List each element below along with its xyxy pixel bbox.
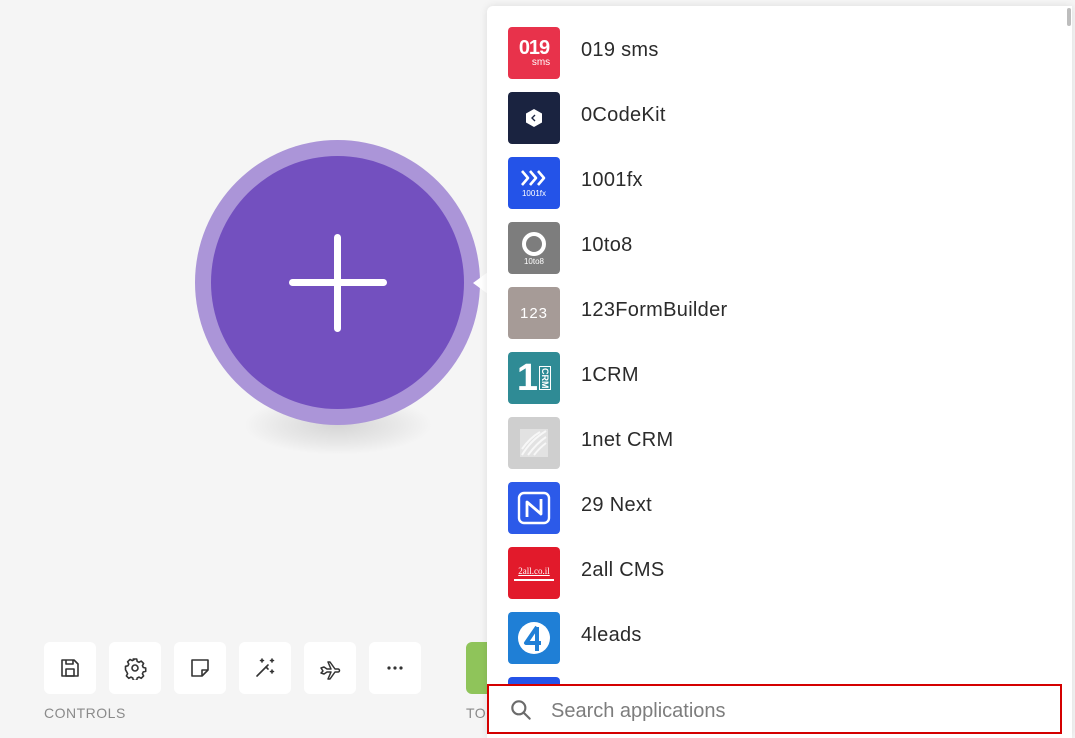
- app-logo-text: 1: [516, 357, 539, 399]
- app-name: 0CodeKit: [581, 104, 666, 126]
- app-logo-1crm: 1 CRM: [508, 352, 560, 404]
- n-logo-icon: [517, 491, 551, 525]
- app-item-10to8[interactable]: 10to8 10to8: [487, 222, 1057, 286]
- add-module-button[interactable]: [211, 156, 464, 409]
- app-name: 10to8: [581, 234, 633, 256]
- app-name: 4leads: [581, 624, 642, 646]
- app-name: 1CRM: [581, 364, 639, 386]
- app-item-1001fx[interactable]: 1001fx 1001fx: [487, 157, 1057, 221]
- magic-wand-icon: [256, 658, 275, 677]
- app-name: 1001fx: [581, 169, 643, 191]
- settings-button[interactable]: [109, 642, 161, 694]
- search-applications-input[interactable]: [549, 694, 1043, 728]
- app-name: 2all CMS: [581, 559, 665, 581]
- app-logo-1001fx: 1001fx: [508, 157, 560, 209]
- app-logo-0codekit: [508, 92, 560, 144]
- app-logo-text: 10to8: [523, 256, 545, 266]
- app-logo-text: 2all.co.il: [518, 565, 550, 576]
- chevrons-icon: [521, 169, 546, 186]
- app-logo-2all-cms: 2all.co.il: [508, 547, 560, 599]
- app-picker-panel: 019 sms 019 sms 0CodeKit 1001fx 1001fx 1…: [487, 6, 1072, 738]
- circle-4-icon: [518, 622, 550, 654]
- app-item-0codekit[interactable]: 0CodeKit: [487, 92, 1057, 156]
- search-box: [487, 684, 1062, 734]
- notes-button[interactable]: [174, 642, 226, 694]
- save-icon: [61, 659, 79, 677]
- app-logo-1net-crm: [508, 417, 560, 469]
- hexagon-icon: [526, 109, 542, 127]
- more-button[interactable]: [369, 642, 421, 694]
- app-name: 123FormBuilder: [581, 299, 728, 321]
- logo-divider: [514, 578, 554, 581]
- auto-align-button[interactable]: [239, 642, 291, 694]
- gear-icon: [124, 658, 147, 680]
- tools-label: TOOLS: [466, 705, 487, 721]
- app-item-1crm[interactable]: 1 CRM 1CRM: [487, 352, 1057, 416]
- save-button[interactable]: [44, 642, 96, 694]
- app-logo-29-next: [508, 482, 560, 534]
- app-logo-subtext: sms: [531, 57, 551, 68]
- ring-icon: [522, 231, 546, 256]
- airplane-icon: [320, 661, 341, 680]
- app-logo-4leads: [508, 612, 560, 664]
- app-name: 019 sms: [581, 39, 659, 61]
- app-item-1net-crm[interactable]: 1net CRM: [487, 417, 1057, 481]
- app-logo-10to8: 10to8: [508, 222, 560, 274]
- plus-icon-vertical: [334, 234, 341, 332]
- popover-arrow: [473, 272, 488, 294]
- scrollbar-thumb[interactable]: [1067, 8, 1071, 26]
- app-item-019-sms[interactable]: 019 sms 019 sms: [487, 27, 1057, 91]
- app-logo-019-sms: 019 sms: [508, 27, 560, 79]
- more-icon: [387, 666, 403, 670]
- app-logo-123formbuilder: 123: [508, 287, 560, 339]
- app-item-123formbuilder[interactable]: 123 123FormBuilder: [487, 287, 1057, 351]
- search-icon: [511, 700, 531, 720]
- note-icon: [191, 659, 209, 677]
- app-logo-text: 1001fx: [521, 188, 547, 198]
- app-item-2all-cms[interactable]: 2all.co.il 2all CMS: [487, 547, 1057, 611]
- app-logo-subtext: CRM: [539, 365, 552, 391]
- controls-label: CONTROLS: [44, 705, 126, 721]
- app-item-29-next[interactable]: 29 Next: [487, 482, 1057, 546]
- app-item-4leads[interactable]: 4leads: [487, 612, 1057, 676]
- app-logo-text: 019: [518, 37, 550, 59]
- app-name: 1net CRM: [581, 429, 674, 451]
- app-name: 29 Next: [581, 494, 653, 516]
- explain-flow-button[interactable]: [304, 642, 356, 694]
- stripes-icon: [520, 429, 548, 457]
